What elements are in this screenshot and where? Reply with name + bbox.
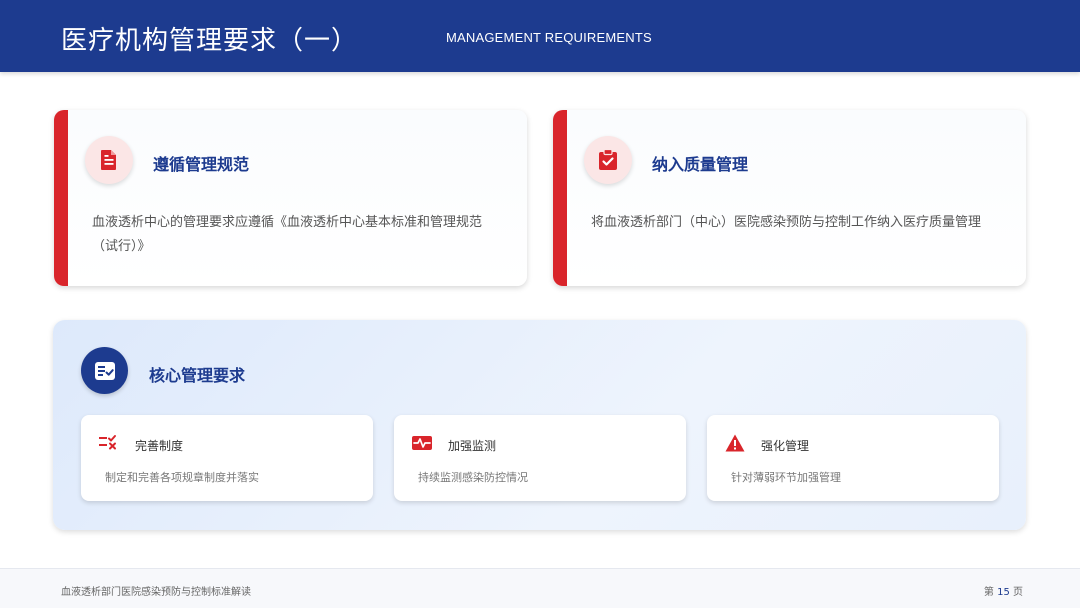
monitor-wave-icon xyxy=(412,434,432,452)
page-suffix: 页 xyxy=(1013,587,1023,598)
page-title: 医疗机构管理要求（一） xyxy=(61,26,359,56)
requirement-card-management: 强化管理 针对薄弱环节加强管理 xyxy=(707,415,999,501)
core-requirements-panel: 核心管理要求 完善制度 制定和完善各项规章制度并落实 加强监测 持续监测感染防控… xyxy=(53,320,1026,530)
footer: 血液透析部门医院感染预防与控制标准解读 第 15 页 xyxy=(0,568,1080,608)
requirement-card-monitoring: 加强监测 持续监测感染防控情况 xyxy=(394,415,686,501)
footer-document-title: 血液透析部门医院感染预防与控制标准解读 xyxy=(61,587,251,598)
card-follow-standards: 遵循管理规范 血液透析中心的管理要求应遵循《血液透析中心基本标准和管理规范（试行… xyxy=(54,110,527,286)
document-icon xyxy=(85,136,133,184)
card-description: 血液透析中心的管理要求应遵循《血液透析中心基本标准和管理规范（试行）》 xyxy=(92,215,483,254)
requirement-description: 针对薄弱环节加强管理 xyxy=(731,471,841,484)
page-number-value: 15 xyxy=(997,587,1010,598)
header-bar: 医疗机构管理要求（一） MANAGEMENT REQUIREMENTS xyxy=(0,0,1080,72)
card-accent-bar xyxy=(54,110,68,286)
checklist-icon xyxy=(81,347,128,394)
card-title: 纳入质量管理 xyxy=(652,155,749,174)
requirement-description: 持续监测感染防控情况 xyxy=(418,471,528,484)
page-number: 第 15 页 xyxy=(984,583,1023,598)
warning-icon xyxy=(725,434,745,452)
core-title: 核心管理要求 xyxy=(149,366,246,385)
requirement-title: 强化管理 xyxy=(761,439,810,453)
card-description: 将血液透析部门（中心）医院感染预防与控制工作纳入医疗质量管理 xyxy=(591,215,982,230)
requirement-description: 制定和完善各项规章制度并落实 xyxy=(105,471,259,484)
page-subtitle: MANAGEMENT REQUIREMENTS xyxy=(446,30,652,45)
requirement-title: 加强监测 xyxy=(448,439,497,453)
card-title: 遵循管理规范 xyxy=(153,155,250,174)
card-accent-bar xyxy=(553,110,567,286)
list-check-icon xyxy=(99,434,119,452)
card-quality-management: 纳入质量管理 将血液透析部门（中心）医院感染预防与控制工作纳入医疗质量管理 xyxy=(553,110,1026,286)
requirement-card-policy: 完善制度 制定和完善各项规章制度并落实 xyxy=(81,415,373,501)
page-prefix: 第 xyxy=(983,587,994,598)
clipboard-check-icon xyxy=(584,136,632,184)
requirement-title: 完善制度 xyxy=(135,439,184,453)
